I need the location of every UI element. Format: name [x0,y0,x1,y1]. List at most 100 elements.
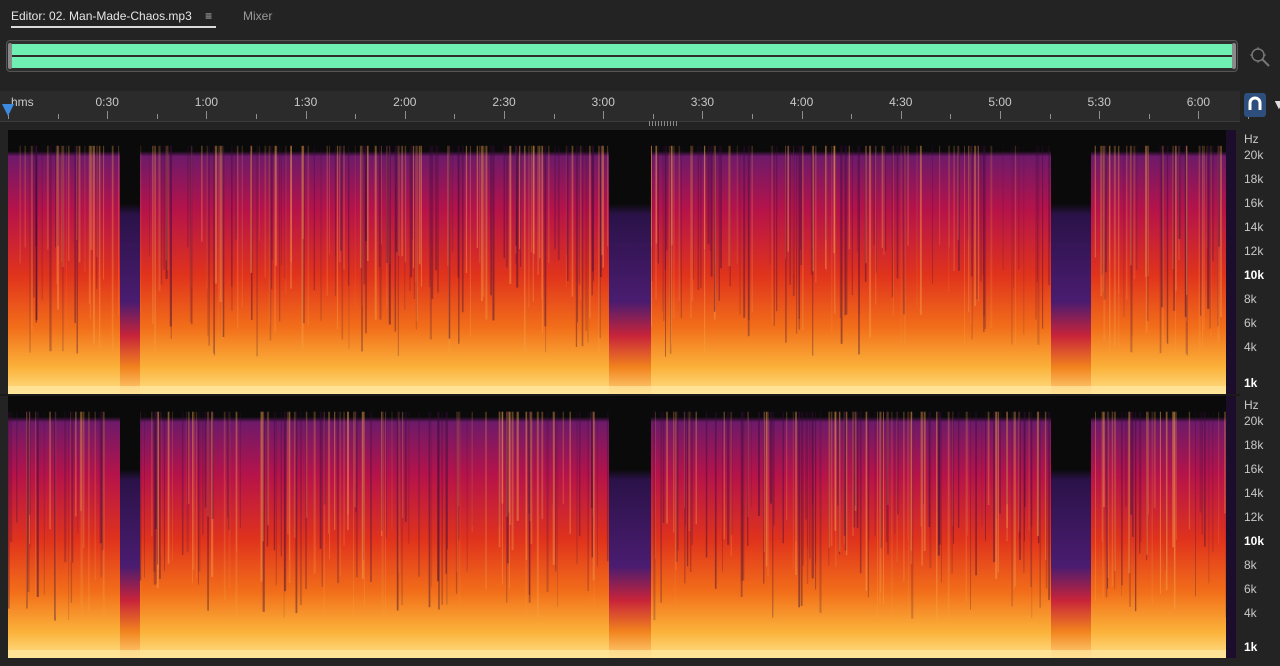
spectrogram-streak [1153,411,1156,509]
spectrogram-streak [578,411,581,537]
spectrogram-streak [235,145,237,240]
resize-grip[interactable] [649,121,677,126]
spectrogram-streak [144,411,145,578]
spectrogram-streak [607,145,609,247]
spectrogram-streak [663,145,665,321]
spectrogram-streak [548,145,550,264]
spectrogram-streak [747,145,750,321]
spectrogram-streak [590,411,593,508]
ruler-tick [305,111,307,119]
snap-icon[interactable] [1244,93,1266,117]
spectrogram-streak [856,411,859,528]
edge-icon[interactable]: ▼ [1272,96,1280,116]
spectrogram-streak [46,145,49,250]
spectrogram-streak [763,411,765,584]
spectrogram-streak [164,411,165,571]
spectrogram-streak [970,411,971,610]
spectrogram-channel-right[interactable] [8,396,1236,658]
spectrogram-streak [1014,411,1016,587]
spectrogram-streak [258,145,260,242]
hz-label: 16k [1244,196,1264,210]
spectrogram-streak [336,145,338,330]
spectrogram-streak [498,411,501,548]
spectrogram-streak [664,145,666,270]
spectrogram-streak [815,145,817,283]
overview-wave-left [12,44,1232,55]
time-ruler[interactable]: hms 0:30 1:00 1:30 2:00 2:30 3:00 3:30 4:00 4:30… [0,91,1249,122]
spectrogram-streak [655,145,657,300]
spectrogram-streak [765,411,768,567]
spectrogram-streak [812,145,814,356]
spectrogram-streak [528,411,531,603]
spectrogram-streak [305,411,308,518]
spectrogram-streak [471,411,473,532]
spectrogram-streak [751,411,752,507]
spectrogram-streak [1123,145,1125,317]
tab-editor[interactable]: Editor: 02. Man-Made-Chaos.mp3 ≡ [11,8,217,28]
spectrogram-streak [300,411,302,605]
zoom-icon[interactable] [1249,46,1271,68]
hz-label: 18k [1244,172,1264,186]
spectrogram-streak [868,411,870,540]
spectrogram-streak [520,145,522,267]
spectrogram-streak [320,145,322,321]
spectrogram-streak [981,411,983,527]
spectrogram-streak [1207,145,1210,309]
spectrogram-streak [883,411,884,604]
spectrogram-streak [68,411,70,620]
spectrogram-streak [907,145,909,246]
spectrogram-streak [585,145,588,331]
spectrogram-streak [1140,411,1142,543]
spectrogram-streak [348,145,350,286]
overview-wave-right [12,57,1232,68]
spectrogram-streak [815,411,817,564]
spectrogram-streak [236,411,238,552]
spectrogram-streak [980,145,982,282]
spectrogram-streak [875,145,877,305]
spectrogram-streak [713,145,716,312]
spectrogram-streak [688,411,691,532]
spectrogram-streak [172,411,173,561]
spectrogram-streak [523,145,526,352]
spectrogram-streak [398,411,400,573]
spectrogram-streak [353,411,354,616]
spectrogram-streak [338,145,341,263]
spectrogram-streak [49,145,52,352]
spectrogram-streak [118,145,120,316]
spectrogram-streak [367,145,369,261]
overview-right-handle[interactable] [1232,43,1236,69]
spectrogram-streak [606,411,609,562]
spectrogram-streak [323,411,326,505]
spectrogram-streak [786,411,788,521]
spectrogram-streak [140,145,142,313]
tab-mixer[interactable]: Mixer [243,8,272,26]
spectrogram-streak [1095,411,1096,601]
spectrogram-streak [511,411,514,550]
spectrogram-streak [492,145,495,321]
spectrogram-streak [24,145,26,248]
spectrogram-streak [100,411,102,543]
spectrogram-streak [420,145,422,287]
spectrogram-streak [334,411,336,530]
spectrogram-streak [1200,145,1202,316]
spectrogram-streak [437,411,439,582]
spectrogram-streak [593,411,595,607]
spectrogram-streak [167,411,170,564]
spectrogram-streak [385,411,386,613]
spectrogram-streak [283,411,285,618]
spectrogram-streak [800,411,803,606]
spectrogram-streak [599,145,601,339]
spectrogram-streak [1218,145,1220,247]
spectrogram-quiet-section [1051,130,1091,394]
menu-icon[interactable]: ≡ [205,8,212,24]
ruler-tick [454,114,456,119]
spectrogram-streak [149,145,150,257]
spectrogram-streak [769,411,772,504]
overview-waveform[interactable] [6,40,1238,72]
playhead-marker[interactable] [2,104,14,116]
spectrogram-streak [80,411,82,606]
spectrogram-streak [1209,145,1212,329]
spectrogram-channel-left[interactable] [8,130,1236,394]
spectrogram-streak [1125,411,1127,507]
spectrogram-streak [964,145,965,344]
